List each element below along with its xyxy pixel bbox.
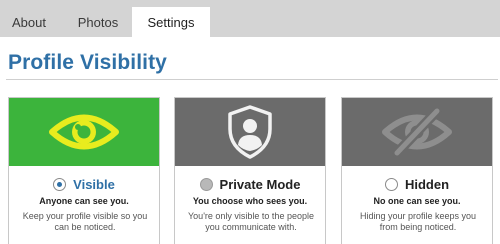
- description-private: You're only visible to the people you co…: [188, 211, 314, 232]
- tab-photos[interactable]: Photos: [62, 7, 134, 37]
- tab-settings[interactable]: Settings: [132, 7, 210, 37]
- option-label-private: Private Mode: [219, 176, 301, 192]
- eye-slash-icon: [382, 107, 452, 157]
- option-label-hidden: Hidden: [404, 176, 450, 192]
- eye-icon: [49, 114, 119, 150]
- radio-row-hidden[interactable]: Hidden: [342, 176, 492, 192]
- card-banner-hidden: [342, 98, 492, 166]
- tab-about[interactable]: About: [0, 7, 58, 37]
- page-title: Profile Visibility: [8, 51, 167, 74]
- description-hidden: Hiding your profile keeps you from being…: [359, 211, 477, 232]
- radio-visible[interactable]: [53, 177, 67, 191]
- description-visible: Keep your profile visible so you can be …: [22, 211, 148, 232]
- subtitle-hidden: No one can see you.: [373, 196, 461, 206]
- card-banner-private: [175, 98, 325, 166]
- visibility-card-private[interactable]: Private Mode You choose who sees you. Yo…: [174, 97, 326, 244]
- tab-bar: About Photos Settings: [0, 0, 500, 37]
- option-label-visible: Visible: [73, 176, 115, 192]
- visibility-card-visible[interactable]: Visible Anyone can see you. Keep your pr…: [8, 97, 160, 244]
- radio-private[interactable]: [199, 177, 213, 191]
- subtitle-private: You choose who sees you.: [192, 196, 308, 206]
- radio-hidden[interactable]: [384, 177, 398, 191]
- visibility-card-hidden[interactable]: Hidden No one can see you. Hiding your p…: [341, 97, 493, 244]
- card-banner-visible: [9, 98, 159, 166]
- subtitle-visible: Anyone can see you.: [39, 196, 129, 206]
- radio-row-visible[interactable]: Visible: [9, 176, 159, 192]
- title-divider: [6, 79, 498, 80]
- radio-row-private[interactable]: Private Mode: [175, 176, 325, 192]
- shield-person-icon: [228, 105, 272, 159]
